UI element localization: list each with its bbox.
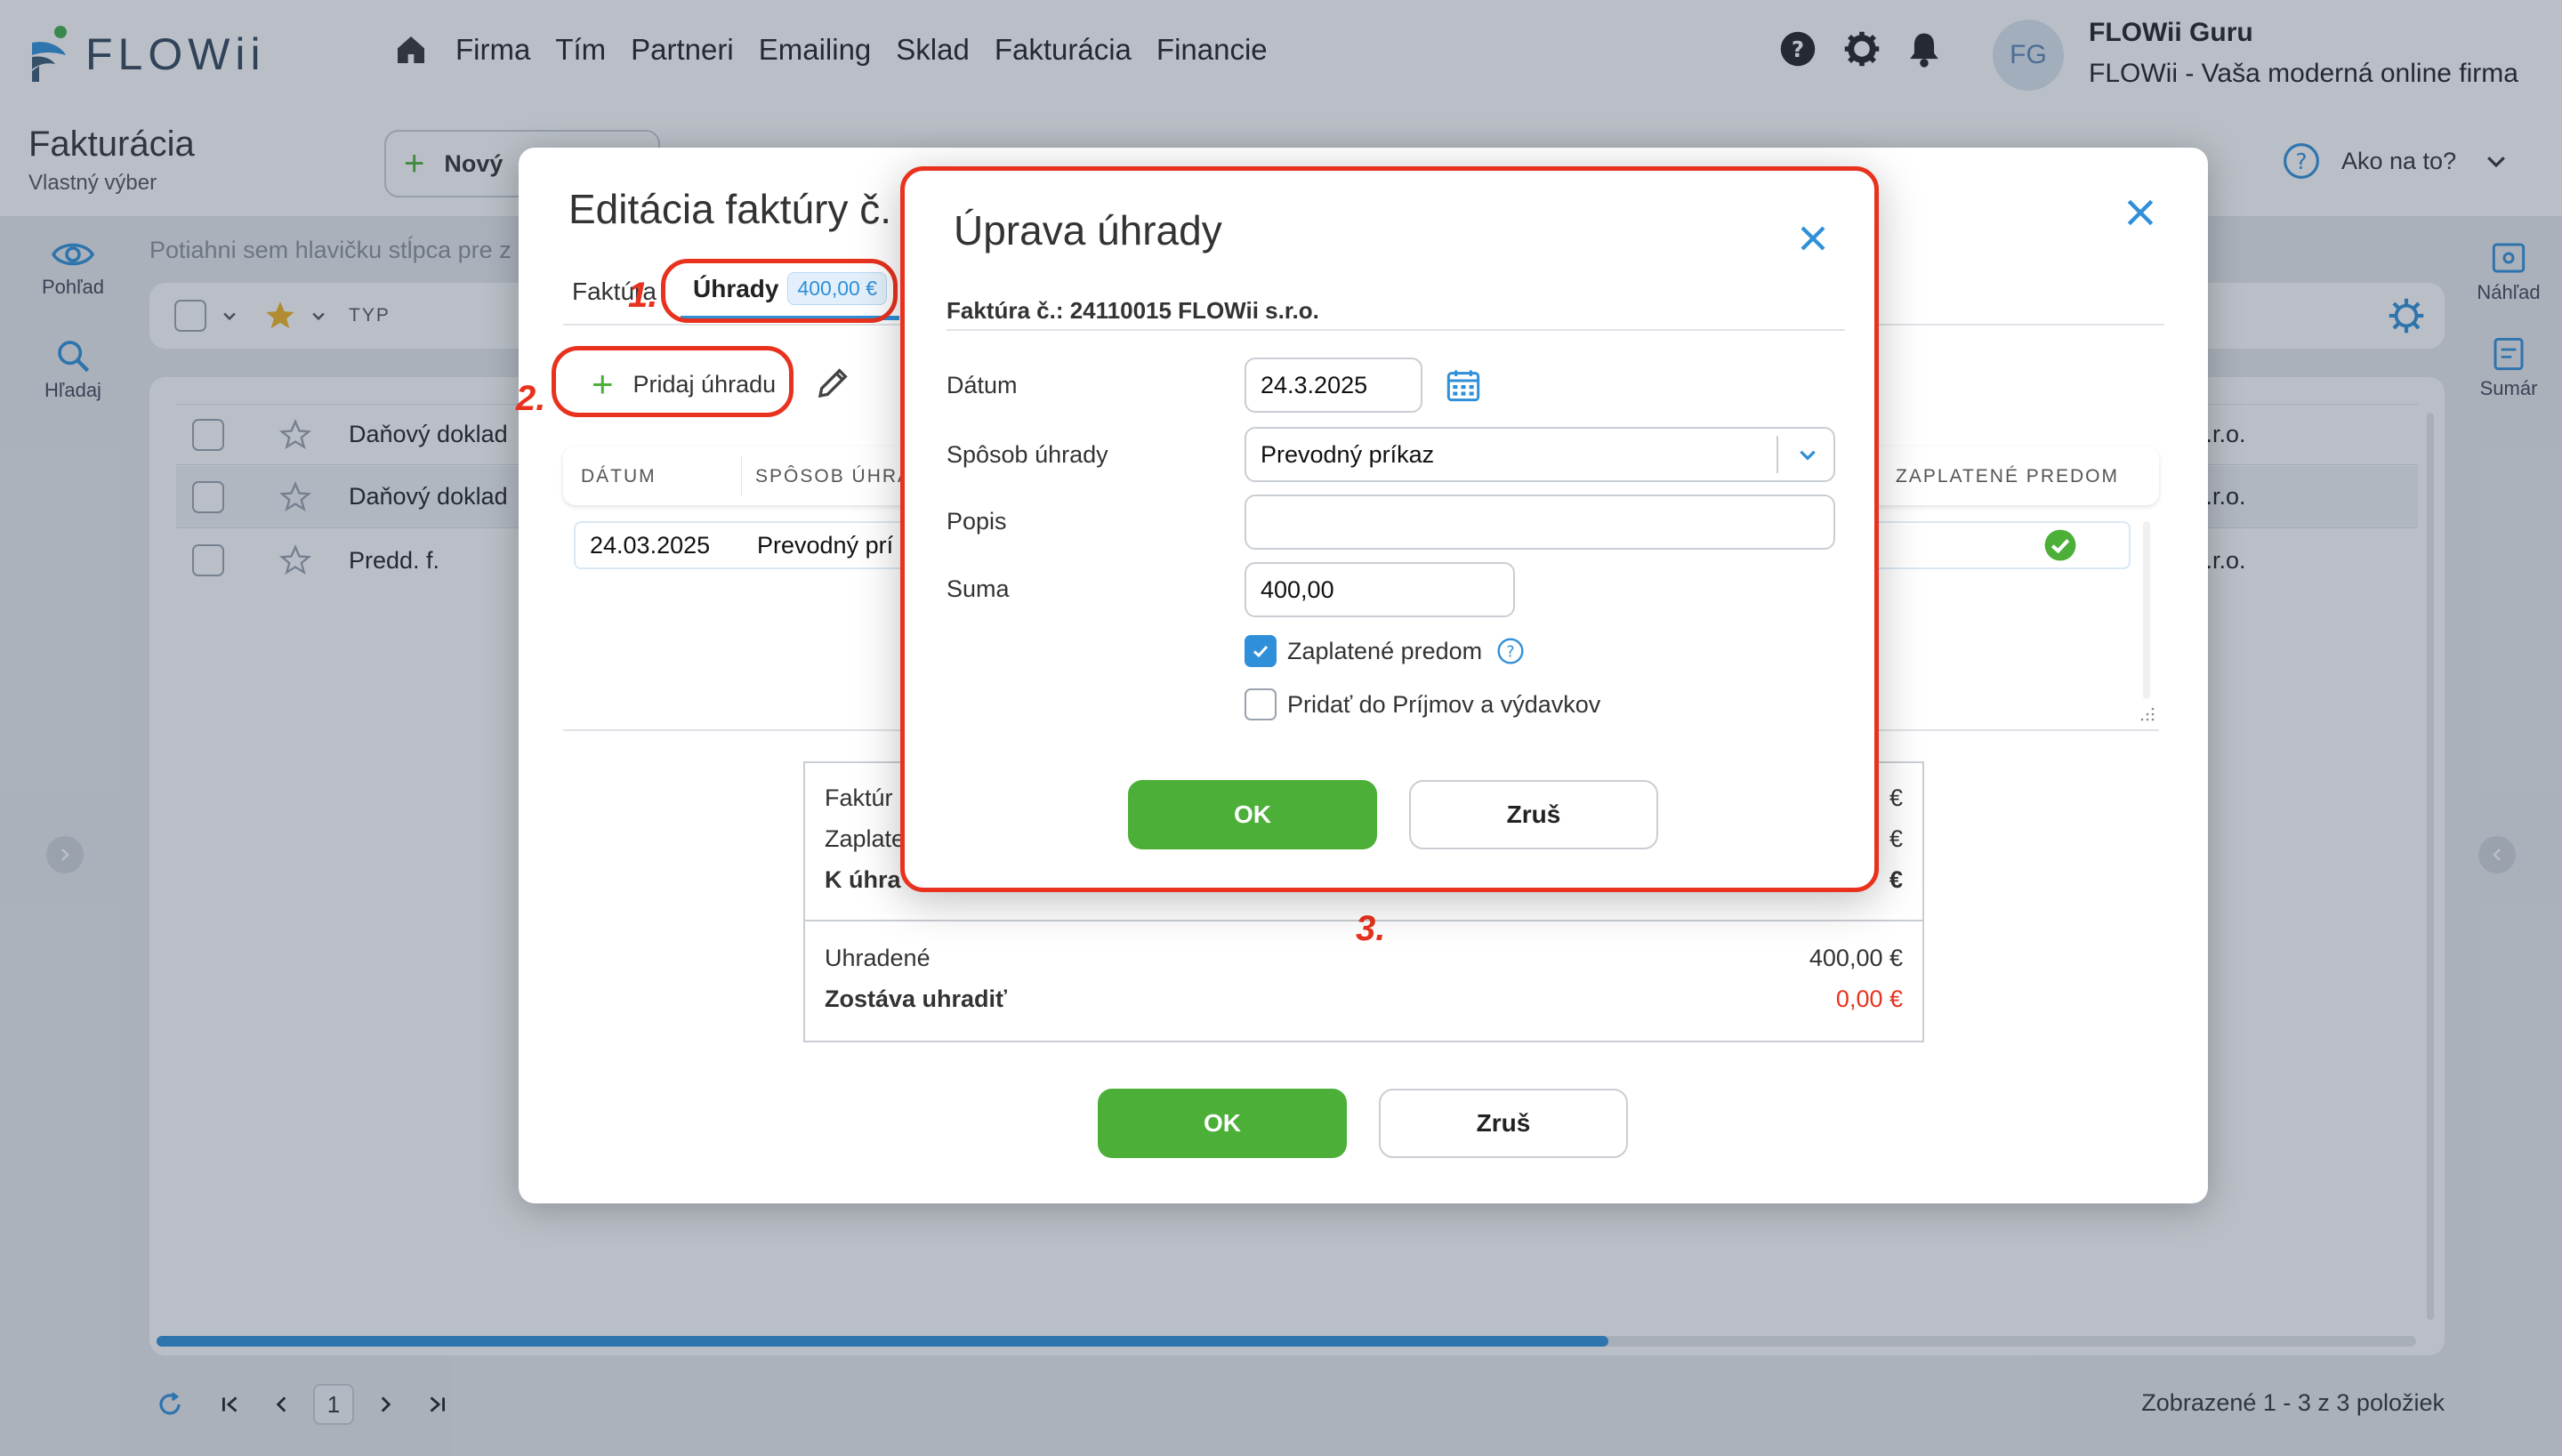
pencil-icon[interactable] [816, 365, 851, 400]
cancel-button[interactable]: Zruš [1379, 1089, 1628, 1158]
summary-remaining-value: 0,00 € [1835, 985, 1903, 1012]
annotation-step-2: 2. [516, 379, 546, 418]
amount-input[interactable]: 400,00 [1245, 562, 1515, 617]
payment-method: Prevodný prí [757, 532, 894, 559]
edit-payment-dialog: Úprava úhrady Faktúra č.: 24110015 FLOWi… [900, 166, 1879, 892]
close-icon[interactable] [1797, 222, 1829, 254]
edit-payment-title: Úprava úhrady [954, 207, 1222, 253]
summary-covered-label: Uhradené [825, 945, 931, 971]
description-input[interactable] [1245, 495, 1835, 550]
annotation-tab-highlight [661, 259, 898, 323]
summary-covered-value: 400,00 € [1809, 945, 1903, 971]
payment-method-select[interactable]: Prevodný príkaz [1245, 427, 1835, 482]
calendar-icon[interactable] [1446, 366, 1481, 404]
date-label: Dátum [947, 372, 1018, 398]
payment-method-label: Spôsob úhrady [947, 441, 1108, 468]
resize-grip-icon[interactable] [2139, 706, 2155, 722]
summary-paid-label: Zaplate [825, 825, 906, 852]
summary-remaining-label: Zostáva uhradiť [825, 985, 1007, 1012]
prepaid-checkbox[interactable] [1245, 635, 1277, 667]
check-circle-icon [2044, 529, 2076, 561]
income-checkbox-row[interactable]: Pridať do Príjmov a výdavkov [1245, 688, 1600, 720]
annotation-add-highlight [552, 346, 794, 417]
ok-button[interactable]: OK [1128, 780, 1377, 849]
summary-due-label: K úhra [825, 866, 901, 893]
payment-method-value: Prevodný príkaz [1261, 440, 1435, 468]
prepaid-checkbox-row[interactable]: Zaplatené predom ? [1245, 635, 1525, 667]
table-scrollbar[interactable] [2143, 521, 2150, 699]
svg-text:?: ? [1507, 644, 1515, 662]
cancel-button[interactable]: Zruš [1409, 780, 1658, 849]
summary-invoice-label: Faktúr [825, 784, 893, 811]
summary-due-value: € [1889, 866, 1903, 893]
close-icon[interactable] [2123, 196, 2157, 229]
column-header-method[interactable]: SPÔSOB ÚHRA [755, 466, 912, 487]
invoice-info: Faktúra č.: 24110015 FLOWii s.r.o. [947, 297, 1319, 324]
chevron-down-icon [1800, 450, 1816, 461]
annotation-step-3: 3. [1356, 909, 1386, 948]
ok-button[interactable]: OK [1098, 1089, 1347, 1158]
column-header-date[interactable]: DÁTUM [581, 466, 657, 487]
description-label: Popis [947, 508, 1007, 535]
checkmark-icon [1253, 645, 1269, 658]
summary-invoice-value: € [1889, 784, 1903, 811]
income-label: Pridať do Príjmov a výdavkov [1287, 690, 1601, 718]
annotation-step-1: 1. [628, 276, 658, 315]
date-field[interactable]: 24.3.2025 [1245, 358, 1422, 413]
amount-label: Suma [947, 575, 1010, 602]
edit-invoice-title: Editácia faktúry č. [568, 186, 892, 232]
question-circle-icon[interactable]: ? [1496, 637, 1525, 665]
income-checkbox[interactable] [1245, 688, 1277, 720]
summary-paid-value: € [1889, 825, 1903, 852]
column-header-prepaid[interactable]: ZAPLATENÉ PREDOM [1896, 466, 2119, 487]
payment-date: 24.03.2025 [590, 532, 711, 559]
prepaid-label: Zaplatené predom [1287, 637, 1483, 664]
